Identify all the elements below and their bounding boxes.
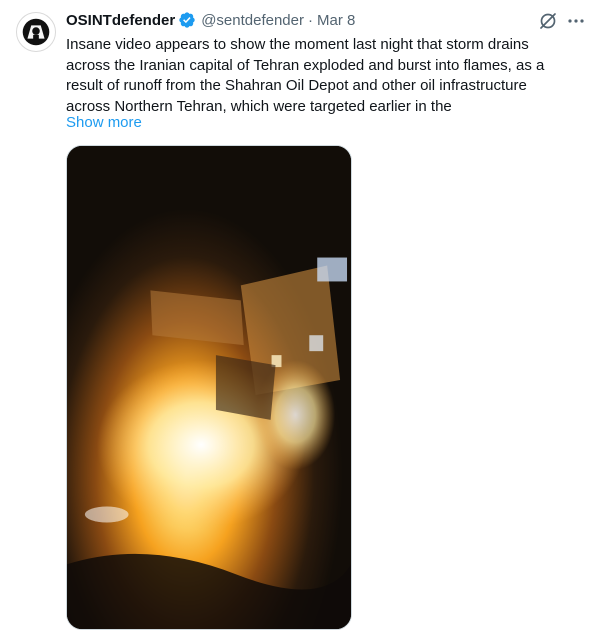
tweet-header: OSINTdefender @sentdefender · Mar 8: [66, 10, 355, 30]
video-frame: [67, 146, 351, 629]
avatar[interactable]: [16, 12, 56, 52]
video-media[interactable]: [66, 145, 352, 630]
handle[interactable]: @sentdefender: [201, 12, 304, 29]
avatar-logo-icon: [17, 13, 55, 51]
show-more-link[interactable]: Show more: [66, 114, 142, 131]
timestamp[interactable]: Mar 8: [317, 12, 355, 29]
grok-icon[interactable]: [538, 11, 558, 31]
display-name[interactable]: OSINTdefender: [66, 12, 175, 29]
tweet[interactable]: OSINTdefender @sentdefender · Mar 8 Insa…: [0, 0, 598, 630]
more-options-icon[interactable]: [566, 11, 586, 31]
tweet-text: Insane video appears to show the moment …: [66, 36, 545, 115]
separator-dot: ·: [307, 11, 313, 29]
verified-badge-icon: [178, 11, 196, 29]
